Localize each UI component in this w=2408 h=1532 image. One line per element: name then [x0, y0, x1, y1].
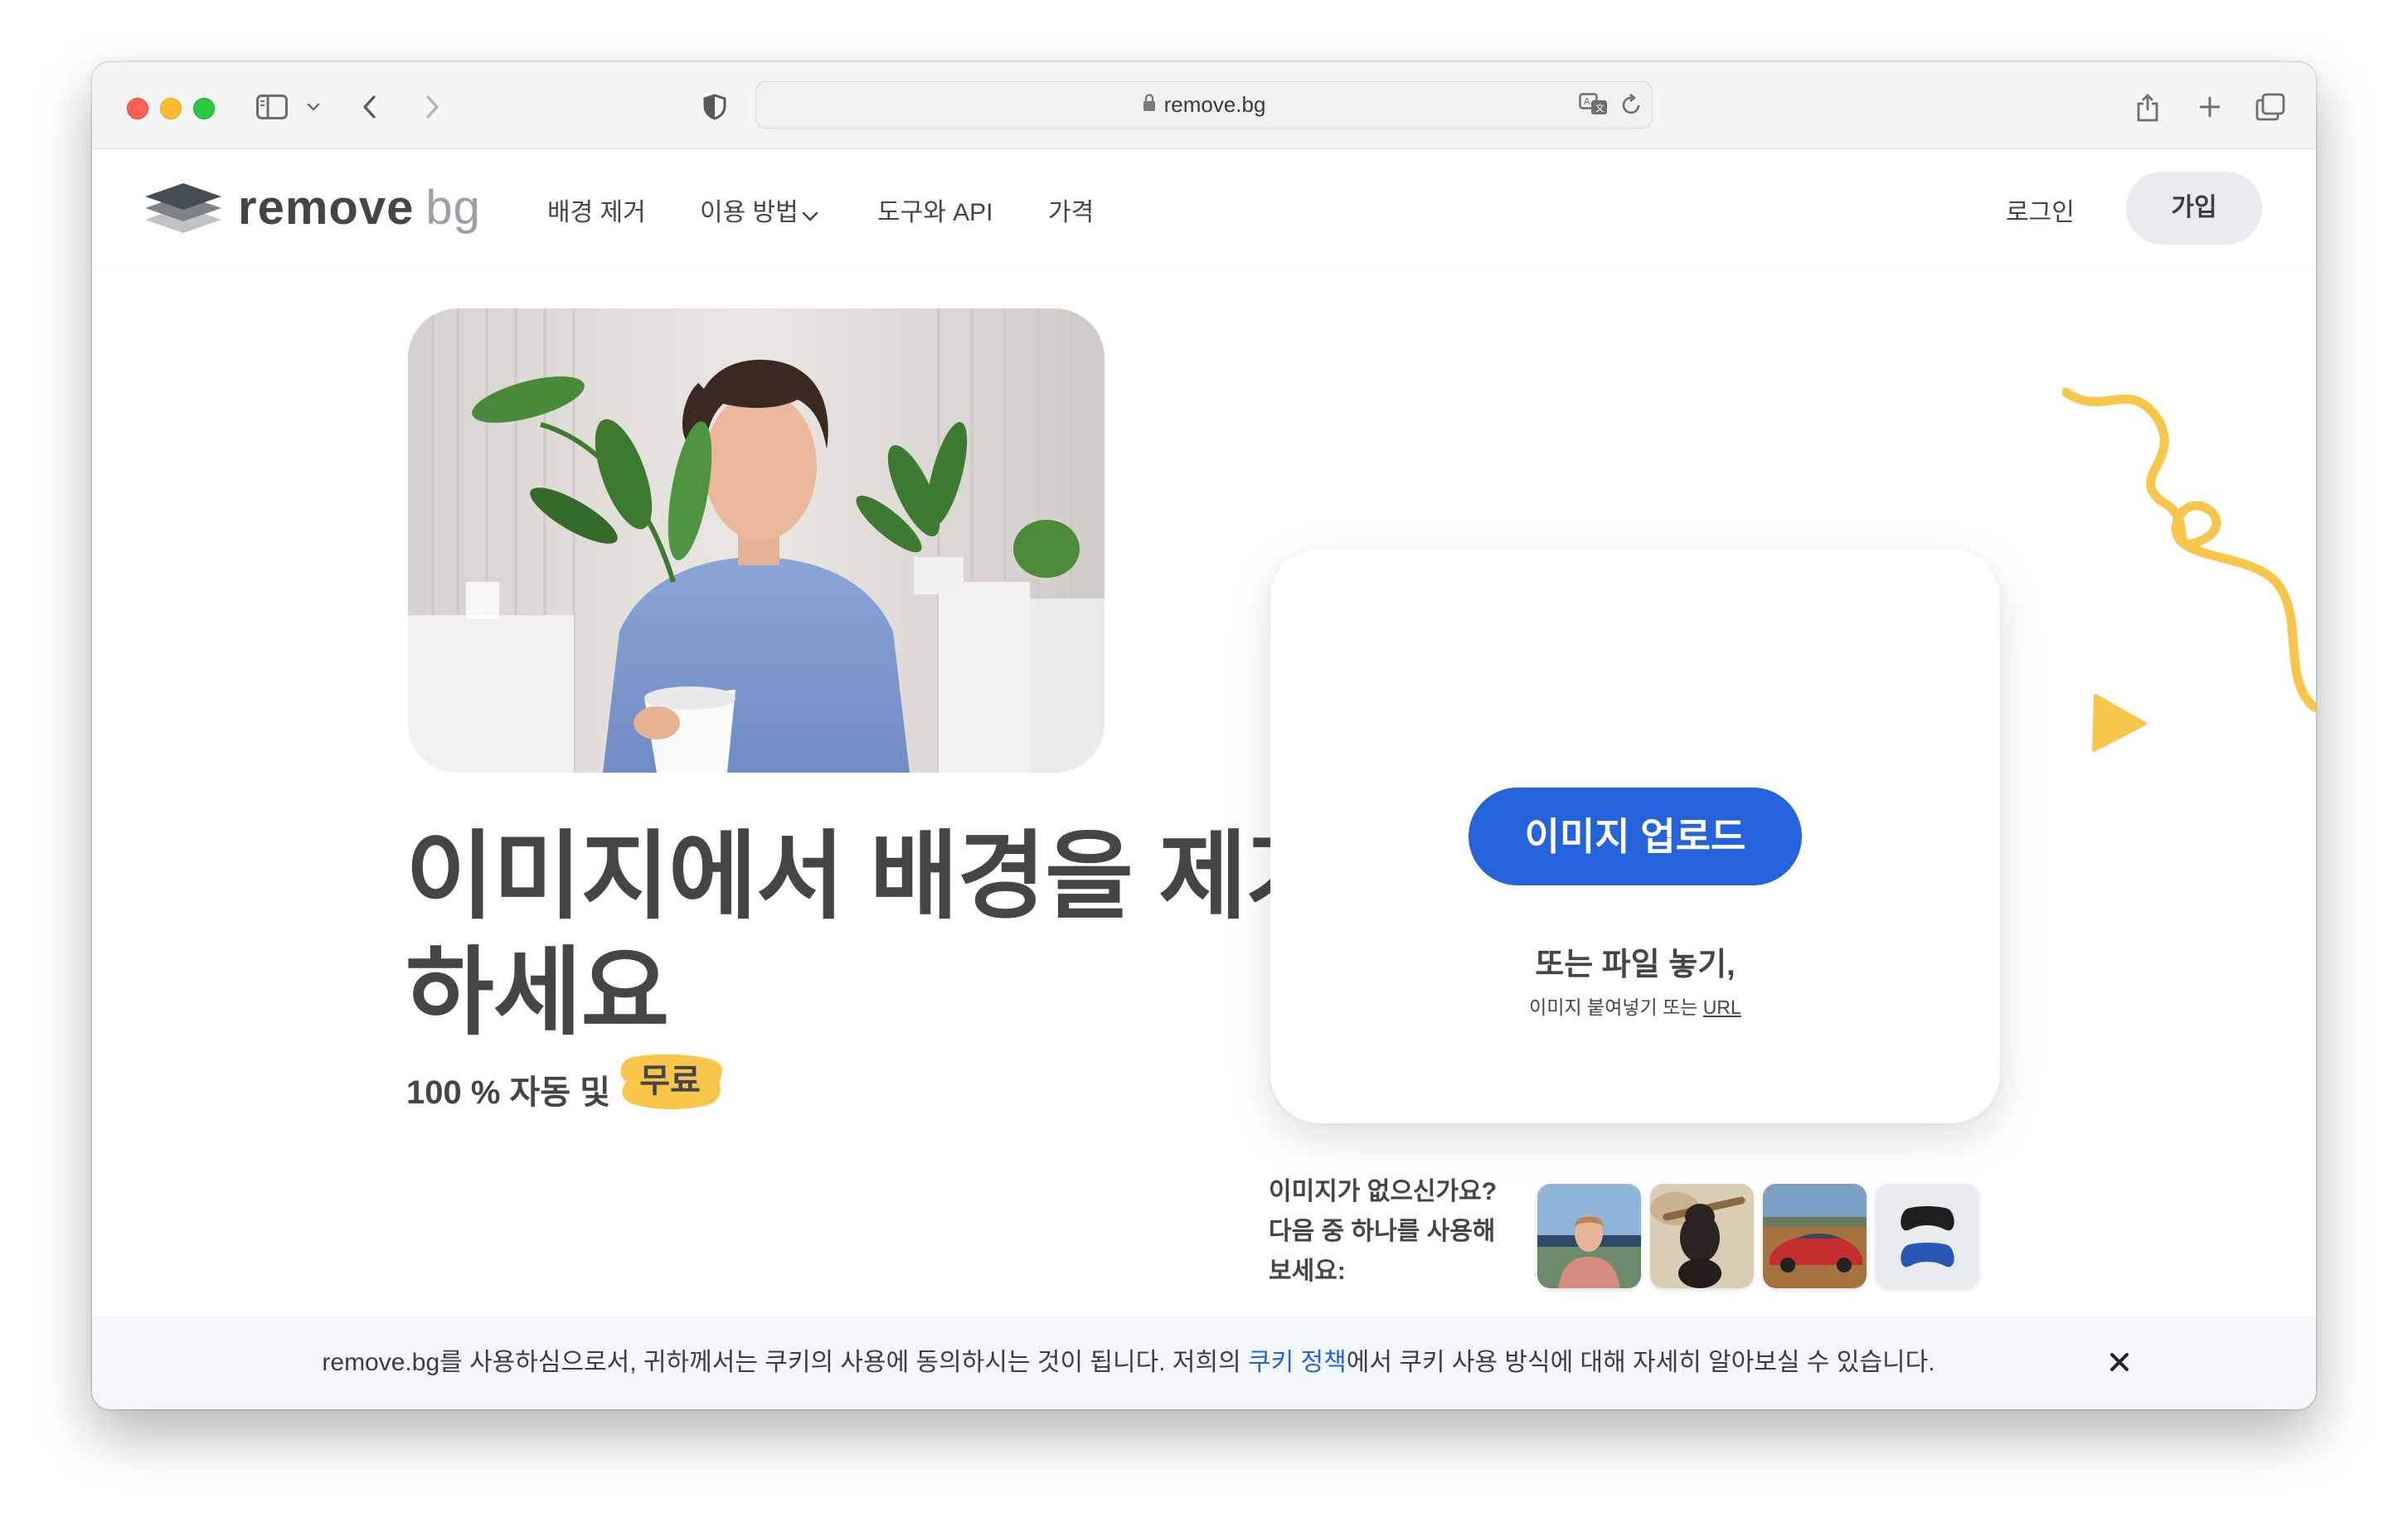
drop-file-text: 또는 파일 놓기, [1535, 948, 1736, 982]
free-badge: 무료 [616, 1050, 724, 1112]
cookie-text-after: 에서 쿠키 사용 방식에 대해 자세히 알아보실 수 있습니다. [1346, 1349, 1935, 1376]
zoom-window-button[interactable] [193, 98, 215, 119]
forward-icon[interactable] [420, 87, 444, 127]
logo-accent-text: bg [425, 181, 481, 235]
sample-image-man[interactable] [1537, 1184, 1641, 1288]
sample-image-controllers[interactable] [1876, 1184, 1979, 1288]
nav-link-remove-background[interactable]: 배경 제거 [547, 192, 646, 228]
login-link[interactable]: 로그인 [2006, 192, 2075, 228]
close-icon[interactable] [2099, 1341, 2140, 1383]
nav-link-how-to-use-label: 이용 방법 [700, 199, 799, 226]
hero-photo [408, 308, 1104, 773]
minimize-window-button[interactable] [160, 98, 182, 119]
url-link[interactable]: URL [1703, 996, 1741, 1018]
new-tab-icon[interactable] [2196, 87, 2224, 127]
cookie-policy-link[interactable]: 쿠키 정책 [1248, 1349, 1347, 1376]
hero-subline: 100 % 자동 및 [406, 1074, 611, 1111]
shield-icon[interactable] [701, 87, 729, 127]
free-badge-text: 무료 [639, 1063, 701, 1099]
yellow-triangle-decoration [2092, 694, 2147, 752]
cookie-banner: remove.bg를 사용하심으로서, 귀하께서는 쿠키의 사용에 동의하시는 … [92, 1316, 2316, 1409]
nav-link-how-to-use[interactable]: 이용 방법 [700, 192, 818, 228]
browser-toolbar: remove.bg A文 [92, 62, 2316, 149]
sample-image-dog[interactable] [1650, 1184, 1754, 1288]
url-text: remove.bg [1163, 92, 1266, 117]
no-image-prompt: 이미지가 없으신가요? 다음 중 하나를 사용해 보세요: [1269, 1178, 1498, 1285]
site-header: remove bg 배경 제거 이용 방법 도구와 API 가격 로그인 가입 [92, 148, 2316, 270]
nav-link-pricing[interactable]: 가격 [1048, 192, 1094, 228]
remove-bg-logo-icon[interactable] [143, 182, 223, 239]
chevron-down-icon [802, 200, 818, 228]
cookie-notice-text: remove.bg를 사용하심으로서, 귀하께서는 쿠키의 사용에 동의하시는 … [92, 1316, 2165, 1409]
back-icon[interactable] [357, 87, 382, 127]
address-bar[interactable]: remove.bg A文 [755, 81, 1653, 128]
paste-image-text: 이미지 붙여넣기 또는 URL [1270, 991, 2000, 1020]
logo-wordmark[interactable]: remove bg [238, 180, 481, 235]
share-icon[interactable] [2133, 87, 2163, 127]
translate-icon[interactable]: A文 [1579, 93, 1609, 120]
paste-label: 이미지 붙여넣기 또는 [1529, 996, 1698, 1018]
cookie-text-before: remove.bg를 사용하심으로서, 귀하께서는 쿠키의 사용에 동의하시는 … [322, 1349, 1249, 1376]
browser-window: remove.bg A文 remove bg 배경 제거 이용 방법 도구와 A… [92, 62, 2316, 1409]
upload-card[interactable]: 이미지 업로드 또는 파일 놓기, 이미지 붙여넣기 또는 URL [1270, 549, 2000, 1123]
upload-image-button[interactable]: 이미지 업로드 [1469, 788, 1802, 885]
svg-text:A: A [1584, 96, 1590, 107]
hero-headline: 이미지에서 배경을 제거하세요 [405, 822, 1335, 1046]
tabs-overview-icon[interactable] [2255, 87, 2286, 127]
lock-icon [1143, 82, 1156, 128]
nav-link-tools-api[interactable]: 도구와 API [877, 192, 993, 228]
chevron-down-icon[interactable] [303, 87, 323, 127]
signup-button[interactable]: 가입 [2126, 172, 2262, 245]
logo-main-text: remove [238, 181, 415, 235]
svg-text:文: 文 [1595, 102, 1605, 114]
reload-icon[interactable] [1621, 93, 1643, 120]
close-window-button[interactable] [127, 98, 148, 119]
sidebar-icon[interactable] [254, 87, 290, 127]
sample-image-car[interactable] [1763, 1184, 1867, 1288]
